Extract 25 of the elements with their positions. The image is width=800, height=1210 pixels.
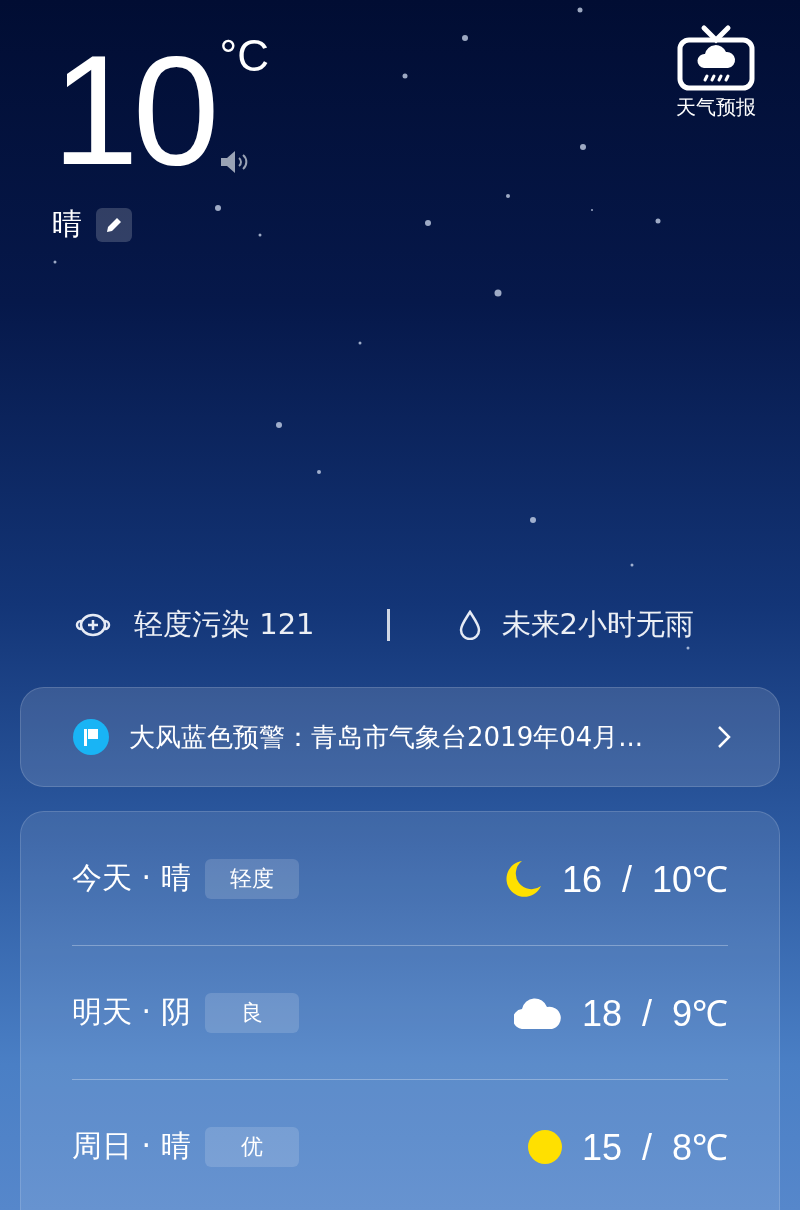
moon-icon (503, 859, 542, 898)
air-quality-badge: 良 (204, 992, 299, 1033)
rain-forecast-text: 未来2小时无雨 (501, 606, 695, 643)
cloud-icon (513, 996, 562, 1029)
day-label: 今天 · 晴 (72, 859, 191, 897)
weather-condition: 晴 (52, 205, 82, 243)
temperature-unit: °C (219, 34, 269, 78)
sun-icon (527, 1129, 562, 1164)
water-drop-icon (457, 610, 482, 640)
forecast-button[interactable]: 天气预报 (676, 24, 756, 184)
day-label: 周日 · 晴 (72, 1127, 191, 1165)
tv-cloud-rain-icon (676, 24, 756, 92)
air-quality-text: 轻度污染 121 (134, 606, 315, 643)
air-quality-badge: 轻度 (204, 858, 299, 899)
temperature-range: 15 / 8℃ (581, 1126, 728, 1170)
edit-button[interactable] (96, 207, 132, 242)
weather-alert-banner[interactable]: 大风蓝色预警：青岛市气象台2019年04月... (20, 687, 780, 787)
speaker-icon[interactable] (219, 150, 250, 174)
temperature: 10 (52, 32, 214, 188)
temperature-range: 16 / 10℃ (561, 858, 728, 902)
temperature-range: 18 / 9℃ (581, 992, 728, 1036)
day-label: 明天 · 阴 (72, 993, 191, 1031)
chevron-right-icon (717, 725, 731, 749)
flag-icon (73, 719, 109, 755)
air-quality-badge: 优 (204, 1126, 299, 1167)
